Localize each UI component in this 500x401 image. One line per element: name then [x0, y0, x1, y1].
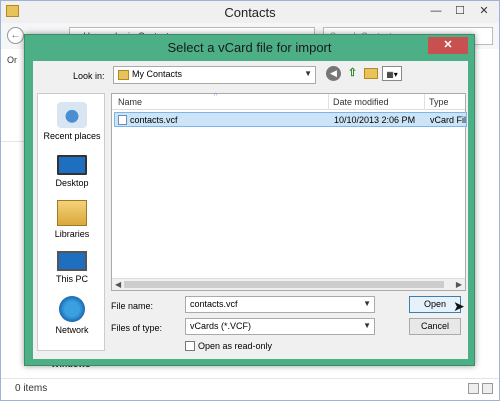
new-folder-icon[interactable]: [364, 68, 378, 79]
column-header-date[interactable]: Date modified: [333, 97, 389, 107]
desktop-icon: [57, 155, 87, 175]
chevron-down-icon[interactable]: ▼: [363, 321, 371, 330]
file-list-header: ^ Name Date modified Type: [112, 93, 465, 110]
up-folder-icon[interactable]: ⇧: [345, 66, 360, 81]
column-divider[interactable]: [424, 94, 425, 110]
file-name-label: File name:: [111, 301, 154, 311]
back-arrow-icon[interactable]: ←: [7, 27, 24, 44]
organize-menu[interactable]: Or: [7, 55, 17, 65]
dialog-body: Look in: My Contacts ▼ ◀ ⇧ ▦▾ Recent pla…: [33, 61, 468, 359]
file-type-select[interactable]: vCards (*.VCF) ▼: [185, 318, 375, 335]
column-header-type[interactable]: Type: [429, 97, 449, 107]
status-bar: 0 items: [1, 378, 499, 400]
column-divider[interactable]: [328, 94, 329, 110]
column-header-name[interactable]: Name: [118, 97, 142, 107]
chevron-down-icon[interactable]: ▼: [363, 299, 371, 308]
file-name-value: contacts.vcf: [190, 299, 238, 309]
place-recent-places[interactable]: Recent places: [38, 102, 106, 141]
scroll-right-icon[interactable]: ▶: [456, 280, 462, 289]
dialog-close-button[interactable]: ✕: [428, 37, 468, 54]
details-view-icon[interactable]: [468, 383, 479, 394]
network-icon: [59, 296, 85, 322]
place-label: Desktop: [55, 178, 89, 188]
read-only-label: Open as read-only: [198, 341, 273, 351]
sort-ascending-icon: ^: [214, 93, 218, 100]
scroll-left-icon[interactable]: ◀: [115, 280, 121, 289]
this-pc-icon: [57, 251, 87, 271]
read-only-checkbox[interactable]: Open as read-only: [185, 341, 272, 351]
file-date-cell: 10/10/2013 2:06 PM: [334, 115, 416, 125]
explorer-titlebar: Contacts — ☐ ✕: [1, 1, 499, 23]
item-count: 0 items: [15, 383, 48, 394]
checkbox-box[interactable]: [185, 341, 195, 351]
place-label: Recent places: [43, 131, 101, 141]
dialog-title: Select a vCard file for import: [167, 40, 332, 55]
back-icon[interactable]: ◀: [326, 66, 341, 81]
view-menu-icon[interactable]: ▦▾: [382, 66, 402, 81]
navigation-pane: [1, 141, 25, 157]
close-button[interactable]: ✕: [473, 3, 495, 19]
place-desktop[interactable]: Desktop: [38, 152, 106, 188]
vcard-file-icon: [118, 115, 127, 125]
file-list[interactable]: ^ Name Date modified Type contacts.vcf 1…: [111, 93, 467, 291]
place-this-pc[interactable]: This PC: [38, 248, 106, 284]
file-row-selected[interactable]: contacts.vcf 10/10/2013 2:06 PM vCard Fi…: [114, 112, 467, 127]
place-label: This PC: [55, 274, 88, 284]
file-name-input[interactable]: contacts.vcf ▼: [185, 296, 375, 313]
scrollbar-thumb[interactable]: [124, 281, 444, 288]
import-dialog: Select a vCard file for import ✕ Look in…: [24, 34, 475, 366]
look-in-value: My Contacts: [132, 69, 183, 79]
file-type-label: Files of type:: [111, 323, 163, 333]
large-icons-view-icon[interactable]: [482, 383, 493, 394]
mouse-cursor-icon: ➤: [453, 298, 465, 314]
look-in-label: Look in:: [73, 71, 105, 81]
look-in-dropdown[interactable]: My Contacts ▼: [113, 66, 316, 84]
maximize-button[interactable]: ☐: [449, 3, 471, 19]
file-name-cell: contacts.vcf: [130, 115, 178, 125]
places-bar: Recent places Desktop Libraries This PC …: [37, 93, 105, 351]
place-network[interactable]: Network: [38, 296, 106, 335]
place-libraries[interactable]: Libraries: [38, 200, 106, 239]
folder-icon: [118, 70, 129, 80]
chevron-down-icon: ▼: [304, 69, 312, 78]
file-type-value: vCards (*.VCF): [190, 321, 252, 331]
file-type-cell: vCard File: [430, 115, 466, 125]
recent-places-icon: [57, 102, 87, 128]
cancel-button[interactable]: Cancel: [409, 318, 461, 335]
horizontal-scrollbar[interactable]: ◀ ▶: [112, 278, 465, 290]
minimize-button[interactable]: —: [425, 3, 447, 19]
place-label: Libraries: [54, 229, 90, 239]
place-label: Network: [55, 325, 89, 335]
libraries-icon: [57, 200, 87, 226]
